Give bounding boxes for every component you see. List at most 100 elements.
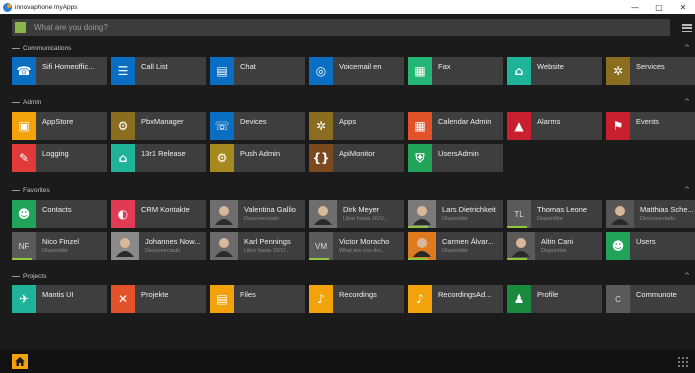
website-icon: ⌂ [507,57,531,85]
tile-label: ApiMonitor [339,149,375,158]
presence-status: Libre hasta 15/1/... [244,248,290,254]
grid-icon[interactable] [678,357,688,367]
app-tile[interactable]: ▤ Chat [210,57,305,85]
tile-label: Recordings [339,290,377,299]
tile-label: PbxManager [141,117,184,126]
projects-icon: ✕ [111,285,135,313]
minimize-button[interactable]: — [623,0,647,14]
status-input[interactable] [26,19,670,36]
restore-button[interactable]: □ [647,0,671,14]
app-tile[interactable]: ◐ CRM Kontakte [111,200,206,228]
tile-label: Lars Dietrichkeit [442,205,496,214]
home-icon[interactable] [12,354,28,369]
app-tile[interactable]: ⚑ Events [606,112,695,140]
tile-label: UsersAdmin [438,149,479,158]
mantis-icon: ✈ [12,285,36,313]
app-tile[interactable]: {} ApiMonitor [309,144,404,172]
tile-label: Voicemail en [339,62,382,71]
hamburger-menu-icon[interactable] [682,24,692,32]
tile-label: Carmen Álvar... [442,237,494,246]
section-title: Favorites [23,186,50,194]
app-tile[interactable]: ☰ Call List [111,57,206,85]
chat-icon: ▤ [210,57,234,85]
app-tile[interactable]: NF Nico Finzel Disponible [12,232,107,260]
section-communications[interactable]: Communications ^ [12,43,692,53]
collapse-icon[interactable]: ^ [684,44,690,52]
tile-label: Chat [240,62,256,71]
alarm-icon: ▲ [507,112,531,140]
section-favorites[interactable]: Favorites ^ [12,185,692,195]
bottom-bar [0,350,695,373]
app-tile[interactable]: ⛨ UsersAdmin [408,144,503,172]
presence-indicator[interactable] [15,22,26,33]
window-titlebar: innovaphone myApps — □ ✕ [0,0,695,14]
release-icon: ⌂ [111,144,135,172]
tile-label: Altin Cani [541,237,574,246]
contacts-icon: ☻ [12,200,36,228]
section-projects[interactable]: Projects ^ [12,271,692,281]
collapse-icon[interactable]: ^ [684,98,690,106]
app-tile[interactable]: ✲ Services [606,57,695,85]
api-monitor-icon: {} [309,144,333,172]
app-tile[interactable]: ▲ Alarms [507,112,602,140]
tile-label: RecordingsAd... [438,290,492,299]
window-title: innovaphone myApps [15,3,78,11]
app-tile[interactable]: Karl Pennings Libre hasta 15/1/... [210,232,305,260]
tile-label: Apps [339,117,357,126]
close-button[interactable]: ✕ [671,0,695,14]
users-icon: ☻ [606,232,630,260]
app-tile[interactable]: Johannes Now... Desconectado [111,232,206,260]
presence-status: Disponible [537,216,563,222]
tile-label: Communote [636,290,677,299]
users-admin-icon: ⛨ [408,144,432,172]
avatar [111,232,139,260]
tile-label: Contacts [42,205,72,214]
app-tile[interactable]: ☏ Devices [210,112,305,140]
app-tile[interactable]: ◎ Voicemail en [309,57,404,85]
section-admin[interactable]: Admin ^ [12,97,692,107]
tile-label: 13r1 Release [141,149,186,158]
app-tile[interactable]: ☎ Sifi Homeoffic... [12,57,107,85]
tile-label: Push Admin [240,149,281,158]
avatar [210,200,238,228]
avatar [309,200,337,228]
app-tile[interactable]: ⚙ Push Admin [210,144,305,172]
app-tile[interactable]: Valentina Gallio Desconectado [210,200,305,228]
app-tile[interactable]: C Communote [606,285,695,313]
app-tile[interactable]: ♪ Recordings [309,285,404,313]
section-title: Communications [23,44,72,52]
app-tile[interactable]: ♪ RecordingsAd... [408,285,503,313]
app-tile[interactable]: ✲ Apps [309,112,404,140]
app-tile[interactable]: ✈ Mantis UI [12,285,107,313]
avatar [210,232,238,260]
tile-label: Call List [141,62,168,71]
tile-label: Logging [42,149,69,158]
app-tile[interactable]: ⌂ Website [507,57,602,85]
app-tile[interactable]: VM Victor Moracho What are you doi... [309,232,404,260]
app-tile[interactable]: Dirk Meyer Libre hasta 16/1/... [309,200,404,228]
collapse-icon[interactable]: ^ [684,272,690,280]
app-tile[interactable]: ⚙ PbxManager [111,112,206,140]
app-tile[interactable]: ▣ AppStore [12,112,107,140]
app-tile[interactable]: ▦ Fax [408,57,503,85]
appstore-icon: ▣ [12,112,36,140]
app-tile[interactable]: ☻ Users [606,232,695,260]
app-tile[interactable]: ▦ Calendar Admin [408,112,503,140]
app-tile[interactable]: TL Thomas Leone Disponible [507,200,602,228]
app-tile[interactable]: ✕ Projekte [111,285,206,313]
app-tile[interactable]: ✎ Logging [12,144,107,172]
app-tile[interactable]: ☻ Contacts [12,200,107,228]
app-tile[interactable]: ▤ Files [210,285,305,313]
app-tile[interactable]: Matthias Sche... Desconectado [606,200,695,228]
app-tile[interactable]: ♟ Profile [507,285,602,313]
app-tile[interactable]: Lars Dietrichkeit Disponible [408,200,503,228]
devices-icon: ☏ [210,112,234,140]
section-title: Projects [23,272,47,280]
collapse-icon[interactable]: ^ [684,186,690,194]
tile-label: Website [537,62,564,71]
app-tile[interactable]: Carmen Álvar... Disponible [408,232,503,260]
events-icon: ⚑ [606,112,630,140]
app-tile[interactable]: Altin Cani Disponible [507,232,602,260]
app-tile[interactable]: ⌂ 13r1 Release [111,144,206,172]
avatar: TL [507,200,531,228]
